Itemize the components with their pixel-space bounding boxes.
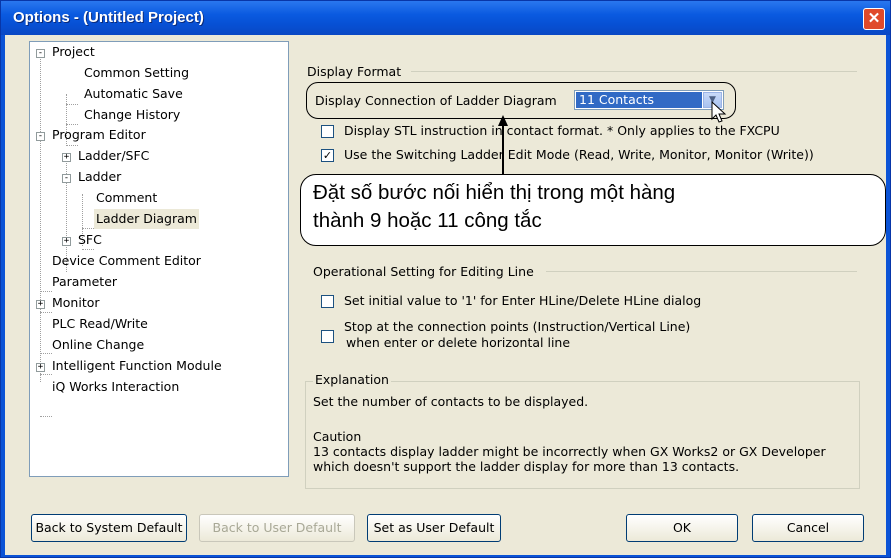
initial-value-label: Set initial value to '1' for Enter HLine… [344,293,702,308]
tree-item-intelligent-function-module[interactable]: Intelligent Function Module [52,356,222,376]
tree-item-plc-read-write[interactable]: PLC Read/Write [52,314,148,334]
connection-label: Display Connection of Ladder Diagram [315,93,557,108]
stop-at-connection-label-cont: when enter or delete horizontal line [346,335,571,350]
stop-at-connection-label: Stop at the connection points (Instructi… [344,319,691,334]
tree-item-sfc[interactable]: SFC [78,230,102,250]
tree-item-parameter[interactable]: Parameter [52,272,117,292]
connection-select[interactable]: 11 Contacts ▼ [574,90,724,110]
mouse-cursor-icon [711,101,727,123]
ok-button[interactable]: OK [626,514,738,542]
tree-item-online-change[interactable]: Online Change [52,335,144,355]
options-dialog: Options - (Untitled Project) ✕ - Project… [0,0,891,558]
close-icon[interactable]: ✕ [863,8,885,30]
back-to-user-default-button[interactable]: Back to User Default [199,514,355,542]
expand-icon[interactable]: + [36,363,45,372]
options-tree[interactable]: - Project Common Setting Automatic Save … [29,41,289,477]
stl-checkbox[interactable] [321,125,334,138]
tree-item-program-editor[interactable]: Program Editor [52,125,146,145]
tree-item-ladder[interactable]: Ladder [78,167,121,187]
tree-item-automatic-save[interactable]: Automatic Save [84,84,183,104]
switching-mode-checkbox[interactable]: ✓ [321,149,334,162]
expand-icon[interactable]: + [62,153,71,162]
tree-item-device-comment-editor[interactable]: Device Comment Editor [52,251,201,271]
expand-icon[interactable]: + [36,300,45,309]
annotation-line-2: thành 9 hoặc 11 công tắc [313,209,542,232]
annotation-line-1: Đặt số bước nối hiển thị trong một hàng [313,181,676,204]
tree-item-ladder-sfc[interactable]: Ladder/SFC [78,146,149,166]
switching-mode-label: Use the Switching Ladder Edit Mode (Read… [344,147,814,162]
operational-setting-title: Operational Setting for Editing Line [313,264,534,279]
stop-at-connection-checkbox[interactable] [321,330,334,343]
expand-icon[interactable]: + [62,237,71,246]
tree-item-common-setting[interactable]: Common Setting [84,63,189,83]
tree-item-project[interactable]: Project [52,42,95,62]
caution-text-line-1: 13 contacts display ladder might be inco… [313,444,826,459]
display-format-title: Display Format [307,64,402,79]
collapse-icon[interactable]: - [36,132,45,141]
group-divider [411,71,857,72]
tree-item-ladder-diagram[interactable]: Ladder Diagram [94,209,199,229]
explanation-title: Explanation [313,372,391,387]
collapse-icon[interactable]: - [62,174,71,183]
set-as-user-default-button[interactable]: Set as User Default [367,514,501,542]
tree-item-change-history[interactable]: Change History [84,105,180,125]
stl-label: Display STL instruction in contact forma… [344,123,780,138]
explanation-text: Set the number of contacts to be display… [313,394,589,409]
tree-item-monitor[interactable]: Monitor [52,293,100,313]
group-divider [546,271,857,272]
tree-item-iq-works-interaction[interactable]: iQ Works Interaction [52,377,179,397]
caution-text-line-2: which doesn't support the ladder display… [313,459,740,474]
initial-value-checkbox[interactable] [321,295,334,308]
tree-item-comment[interactable]: Comment [96,188,157,208]
caution-title: Caution [313,429,362,444]
cancel-button[interactable]: Cancel [752,514,864,542]
connection-select-value: 11 Contacts [576,92,702,108]
window-title: Options - (Untitled Project) [13,9,204,26]
title-bar[interactable]: Options - (Untitled Project) ✕ [1,1,890,35]
collapse-icon[interactable]: - [36,49,45,58]
annotation-text: Đặt số bước nối hiển thị trong một hàng … [313,179,873,235]
back-to-system-default-button[interactable]: Back to System Default [31,514,187,542]
